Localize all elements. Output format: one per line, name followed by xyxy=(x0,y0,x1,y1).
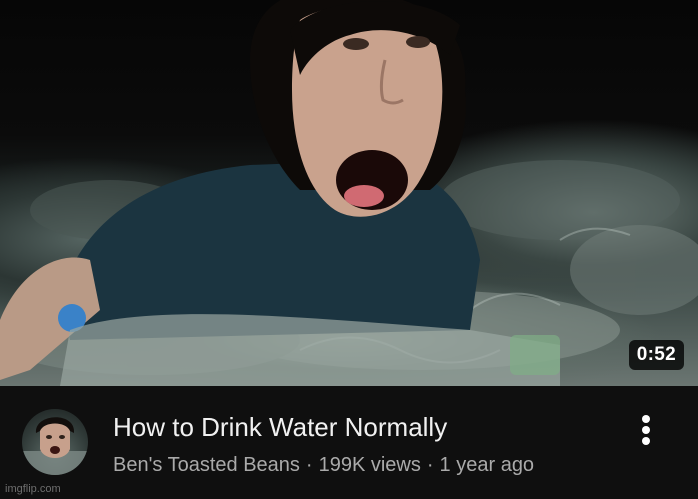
separator: · xyxy=(426,454,434,476)
thumbnail-image xyxy=(0,0,698,386)
video-meta: How to Drink Water Normally Ben's Toaste… xyxy=(0,386,698,499)
more-vert-icon xyxy=(642,415,650,445)
video-title[interactable]: How to Drink Water Normally xyxy=(113,412,447,443)
view-count: 199K views xyxy=(318,454,421,476)
watermark: imgflip.com xyxy=(5,483,61,495)
video-thumbnail[interactable]: 0:52 xyxy=(0,0,698,386)
duration-badge: 0:52 xyxy=(628,340,684,370)
more-options-button[interactable] xyxy=(634,410,658,450)
channel-name[interactable]: Ben's Toasted Beans xyxy=(113,454,300,476)
separator: · xyxy=(305,454,313,476)
channel-avatar[interactable] xyxy=(22,409,88,475)
upload-age: 1 year ago xyxy=(439,454,535,476)
avatar-image xyxy=(22,417,88,475)
video-subline: Ben's Toasted Beans · 199K views · 1 year ag… xyxy=(113,454,534,477)
